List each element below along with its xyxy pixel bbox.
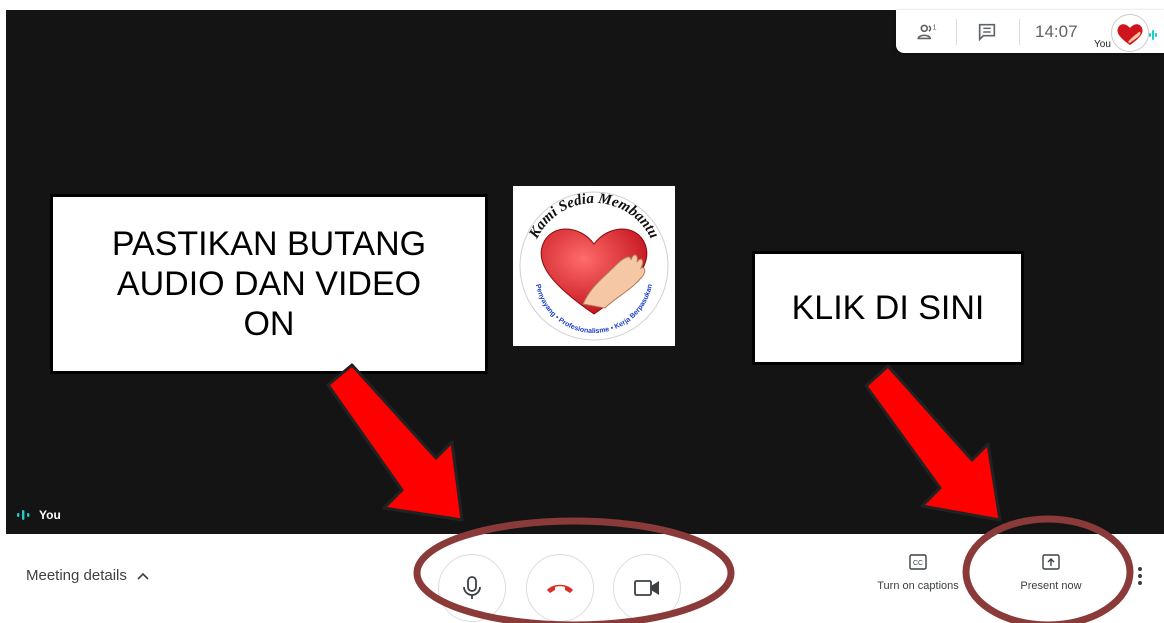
- self-view-logo: [1111, 14, 1149, 52]
- people-count: 1: [933, 22, 937, 31]
- chevron-up-icon: [137, 572, 149, 580]
- camera-button[interactable]: [613, 554, 681, 622]
- divider: [1019, 19, 1020, 45]
- audio-video-callout-text: PASTIKAN BUTANG AUDIO DAN VIDEO ON: [111, 224, 427, 344]
- meeting-details-button[interactable]: Meeting details: [26, 567, 149, 584]
- present-icon: [1042, 554, 1060, 570]
- chat-icon[interactable]: [976, 21, 998, 43]
- divider: [956, 19, 957, 45]
- audio-video-callout: PASTIKAN BUTANG AUDIO DAN VIDEO ON: [50, 194, 488, 374]
- self-view-label: You: [1094, 39, 1111, 50]
- meeting-clock: 14:07: [1035, 22, 1078, 41]
- speaker-name: You: [39, 508, 61, 522]
- self-view-thumbnail[interactable]: You: [1094, 12, 1157, 52]
- microphone-icon: [463, 576, 481, 599]
- speaker-label: You: [17, 508, 61, 522]
- leave-call-button[interactable]: [526, 554, 594, 622]
- click-here-callout-text: KLIK DI SINI: [791, 288, 985, 327]
- speaking-indicator-icon: [17, 510, 30, 520]
- participant-logo: Kami Sedia Membantu Penyayang • Profesio…: [513, 186, 675, 346]
- kami-sedia-membantu-logo: Kami Sedia Membantu Penyayang • Profesio…: [519, 191, 669, 341]
- hang-up-icon: [547, 584, 573, 593]
- captions-label: Turn on captions: [877, 580, 959, 592]
- present-label: Present now: [1020, 580, 1082, 592]
- people-icon[interactable]: 1: [916, 21, 938, 43]
- speaking-indicator-icon: [1149, 30, 1157, 40]
- cc-icon: CC: [909, 554, 927, 570]
- video-camera-icon: [634, 580, 659, 596]
- present-now-button[interactable]: Present now: [996, 554, 1106, 592]
- meeting-details-label: Meeting details: [26, 567, 127, 584]
- meeting-info-bar: 1 14:07 You: [896, 10, 1164, 53]
- control-bar: Meeting details CC Turn on captions Pres…: [0, 534, 1164, 623]
- click-here-callout: KLIK DI SINI: [752, 251, 1024, 365]
- svg-text:CC: CC: [913, 560, 923, 567]
- more-options-icon[interactable]: [1134, 564, 1146, 588]
- turn-on-captions-button[interactable]: CC Turn on captions: [863, 554, 973, 592]
- microphone-button[interactable]: [438, 554, 506, 622]
